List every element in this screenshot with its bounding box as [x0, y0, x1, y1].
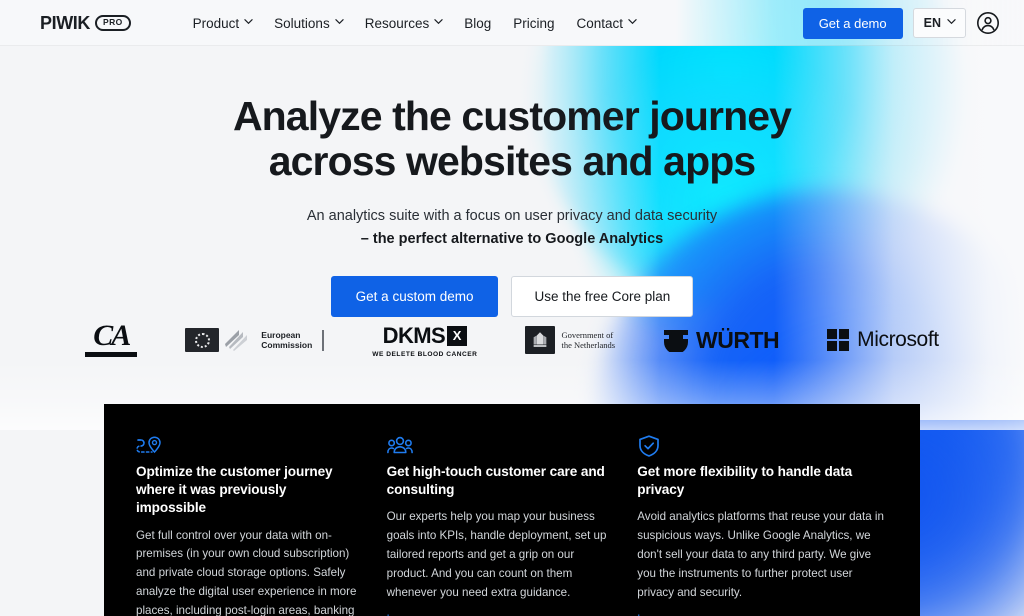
shield-check-icon	[637, 435, 661, 462]
nav-item-product[interactable]: Product	[193, 16, 253, 31]
microsoft-squares-icon	[827, 329, 850, 351]
nav-item-contact[interactable]: Contact	[577, 16, 637, 31]
client-logo-credit-agricole: CA	[85, 319, 138, 361]
client-logo-label: DKMS	[382, 322, 446, 348]
brand-logo[interactable]: PIWIK PRO	[40, 13, 131, 34]
hero-subtitle-line: An analytics suite with a focus on user …	[306, 208, 718, 225]
feature-card-body: Our experts help you map your business g…	[386, 510, 607, 599]
eu-flag-icon	[185, 328, 220, 352]
people-group-icon	[386, 436, 413, 462]
site-header: PIWIK PRO Product Solutions Resources Bl…	[0, 0, 1024, 46]
client-logo-label: European Commission	[261, 329, 313, 350]
hero-subtitle-emphasis: – the perfect alternative to Google Anal…	[360, 230, 664, 247]
client-logo-microsoft: Microsoft	[827, 319, 939, 361]
client-logo-label: Government of the Netherlands	[561, 329, 616, 350]
nav-item-label: Pricing	[513, 15, 555, 31]
get-a-demo-button[interactable]: Get a demo	[802, 7, 903, 39]
nav-item-label: Contact	[576, 15, 624, 31]
nav-item-pricing[interactable]: Pricing	[513, 16, 554, 31]
feature-card-title: Get more flexibility to handle data priv…	[637, 464, 853, 498]
client-logo-dkms: DKMS X WE DELETE BLOOD CANCER	[372, 319, 477, 361]
hero-title-line-1: Analyze the customer journey	[232, 93, 792, 139]
client-logo-label: Microsoft	[857, 328, 939, 351]
header-actions: Get a demo EN	[802, 7, 1000, 39]
chevron-down-icon	[434, 18, 443, 26]
nav-item-label: Resources	[364, 15, 430, 31]
nav-item-label: Product	[192, 15, 240, 31]
hero-section: Analyze the customer journey across webs…	[0, 46, 1024, 318]
client-logo-european-commission: European Commission	[185, 319, 325, 361]
nav-item-solutions[interactable]: Solutions	[274, 15, 344, 31]
nav-item-label: Solutions	[274, 15, 330, 31]
client-logo-label: CA	[93, 319, 131, 353]
user-circle-icon[interactable]	[976, 11, 1000, 35]
chevron-down-icon	[947, 18, 956, 26]
feature-cards-panel: Optimize the customer journey where it w…	[104, 404, 920, 616]
nav-item-label: Blog	[464, 15, 492, 31]
feature-card-journey: Optimize the customer journey where it w…	[136, 434, 387, 616]
language-selector-value: EN	[923, 16, 941, 30]
page-root: PIWIK PRO Product Solutions Resources Bl…	[0, 0, 1024, 616]
nav-item-blog[interactable]: Blog	[464, 16, 491, 31]
eu-divider	[322, 329, 325, 351]
brand-logo-word: PIWIK	[40, 12, 90, 33]
feature-card-body: Avoid analytics platforms that reuse you…	[637, 510, 884, 599]
feature-card-title: Get high-touch customer care and consult…	[386, 464, 605, 498]
nav-item-resources[interactable]: Resources	[365, 16, 443, 31]
chevron-down-icon	[244, 18, 253, 26]
page-title: Analyze the customer journey across webs…	[0, 94, 1024, 183]
dkms-x-mark: X	[447, 325, 468, 346]
netherlands-crest-icon	[525, 326, 556, 354]
brand-logo-badge: PRO	[95, 15, 131, 31]
client-logo-label: WÜRTH	[696, 326, 780, 353]
hero-subtitle: An analytics suite with a focus on user …	[0, 205, 1024, 250]
wurth-mark-icon	[663, 328, 689, 354]
chevron-down-icon	[335, 18, 344, 26]
journey-route-pin-icon	[136, 436, 162, 462]
chevron-down-icon	[628, 18, 637, 26]
client-logo-wurth: WÜRTH	[663, 319, 780, 361]
eu-rays-icon	[225, 328, 255, 352]
client-logo-strip: CA European Commission DKMS X WE DELETE …	[0, 312, 1024, 368]
primary-navigation: Product Solutions Resources Blog Pricing…	[193, 15, 637, 31]
feature-card-data-privacy: Get more flexibility to handle data priv…	[637, 434, 888, 616]
hero-title-line-2: across websites and apps	[268, 137, 756, 184]
feature-card-body: Get full control over your data with on-…	[136, 528, 357, 616]
feature-card-title: Optimize the customer journey where it w…	[136, 464, 333, 516]
credit-agricole-underline	[85, 351, 138, 357]
feature-card-customer-care: Get high-touch customer care and consult…	[387, 434, 638, 616]
language-selector[interactable]: EN	[912, 8, 966, 38]
client-logo-government-netherlands: Government of the Netherlands	[525, 319, 615, 361]
dkms-tagline: WE DELETE BLOOD CANCER	[372, 350, 478, 358]
